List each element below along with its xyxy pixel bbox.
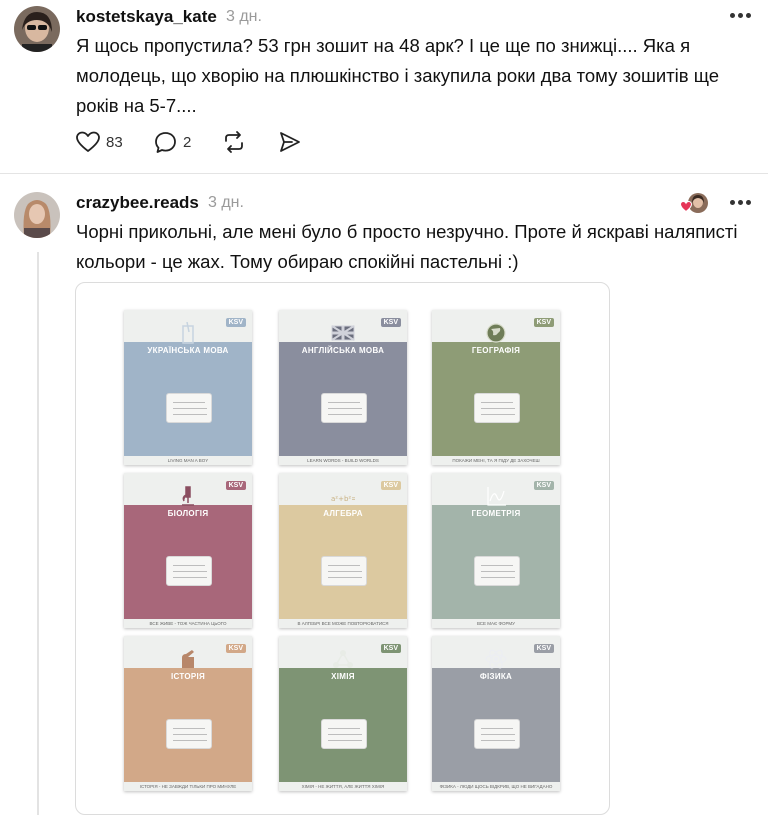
brand-logo: KSV [380,644,401,653]
brand-logo: KSV [533,318,554,327]
brand-logo: KSV [533,481,554,490]
like-button[interactable]: 83 [76,127,123,157]
reply-button[interactable]: 2 [154,127,191,157]
notebook-cover: KSV ІСТОРІЯ ІСТОРІЯ - НЕ ЗАВЖДИ ТІЛЬКИ ПРО… [124,636,252,791]
notebook-cover: KSV ГЕОМЕТРІЯ ВСЕ МАЄ ФОРМУ [432,473,560,628]
name-label [166,393,212,423]
repost-button[interactable] [222,127,246,157]
post-text: Чорні прикольні, але мені було б просто … [76,221,738,272]
globe-icon [484,322,508,344]
microscope-icon [176,485,200,507]
cover-slogan: ПОКАЖИ МЕНІ, ТА Я ПІДУ ДЕ ЗАХОЧЕШ [452,458,540,463]
name-label [166,556,212,586]
name-label [321,556,367,586]
username[interactable]: kostetskaya_kate [76,7,217,27]
more-options-icon[interactable] [730,13,754,19]
brand-logo: KSV [225,318,246,327]
cover-slogan: ФІЗИКА - ЛЮДИ ЩОСЬ ВІДКРИВ, ЩО НЕ ВИГАДА… [439,784,553,789]
molecule-icon [331,648,355,670]
name-label [321,719,367,749]
cover-slogan: ХІМІЯ - НЕ ЖИТТЯ, АЛЕ ЖИТТЯ ХІМІЯ [301,784,385,789]
uk-flag-icon [331,322,355,344]
name-label [474,719,520,749]
subject-title: ХІМІЯ [331,672,355,681]
subject-title: ГЕОМЕТРІЯ [471,509,521,518]
comment-icon [155,131,176,153]
formula-icon: a²+b²=c² [331,485,364,507]
notebook-cover: KSV АНГЛІЙСЬКА МОВА LEARN WORDS - BUILD WO… [279,310,407,465]
repost-icon [225,131,243,153]
share-button[interactable] [278,127,302,157]
avatar[interactable] [14,192,60,238]
subject-title: ГЕОГРАФІЯ [471,346,521,355]
notebook-cover: KSV ФІЗИКА ФІЗИКА - ЛЮДИ ЩОСЬ ВІДКРИВ, ЩО … [432,636,560,791]
liked-heart-icon [680,201,692,212]
notebook-cover: KSV БІОЛОГІЯ ВСЕ ЖИВЕ - ТОЖ ЧАСТИНА ЦЬОГО [124,473,252,628]
subject-title: БІОЛОГІЯ [167,509,209,518]
notebook-cover: KSV УКРАЇНСЬКА МОВА LIVING MAN A BOY [124,310,252,465]
name-label [321,393,367,423]
subject-title: УКРАЇНСЬКА МОВА [147,346,229,355]
cover-slogan: LIVING MAN A BOY [167,458,209,463]
post-text: Я щось пропустила? 53 грн зошит на 48 ар… [76,35,720,116]
more-options-icon[interactable] [730,200,754,206]
svg-text:a²+b²=c²: a²+b²=c² [331,495,355,503]
cover-slogan: ВСЕ ЖИВЕ - ТОЖ ЧАСТИНА ЦЬОГО [149,621,227,626]
subject-title: АЛГЕБРА [323,509,363,518]
brand-logo: KSV [225,481,246,490]
timestamp[interactable]: 3 дн. [208,194,244,212]
reply-count: 2 [183,133,192,151]
subject-title: ІСТОРІЯ [170,672,206,681]
notebook-cover: a²+b²=c² KSV АЛГЕБРА В АЛГЕБРІ ВСЕ МОЖЕ ПОВ… [279,473,407,628]
notebook-cover: KSV ГЕОГРАФІЯ ПОКАЖИ МЕНІ, ТА Я ПІДУ ДЕ ЗА… [432,310,560,465]
action-bar: 83 2 [76,127,316,157]
subject-title: ФІЗИКА [479,672,513,681]
name-label [166,719,212,749]
avatar[interactable] [14,6,60,52]
username[interactable]: crazybee.reads [76,193,199,213]
subject-title: АНГЛІЙСЬКА МОВА [301,346,385,355]
brand-logo: KSV [225,644,246,653]
name-label [474,556,520,586]
glass-icon [176,321,200,344]
timestamp[interactable]: 3 дн. [226,8,262,26]
heart-icon [76,131,100,152]
send-icon [280,132,300,152]
cover-slogan: ВСЕ МАЄ ФОРМУ [476,621,516,626]
name-label [474,393,520,423]
attached-image[interactable]: KSV УКРАЇНСЬКА МОВА LIVING MAN A BOY KSV АНГ… [75,282,610,815]
cover-slogan: ІСТОРІЯ - НЕ ЗАВЖДИ ТІЛЬКИ ПРО МИНУЛЕ [139,784,237,789]
notebook-cover: KSV ХІМІЯ ХІМІЯ - НЕ ЖИТТЯ, АЛЕ ЖИТТЯ ХІМІ… [279,636,407,791]
cover-slogan: LEARN WORDS - BUILD WORLDS [307,458,379,463]
atom-icon [484,648,508,670]
hand-icon [176,648,200,670]
brand-logo: KSV [380,481,401,490]
cover-slogan: В АЛГЕБРІ ВСЕ МОЖЕ ПОВТОРЮВАТИСЯ [297,621,389,626]
like-count: 83 [106,133,123,151]
graph-icon [484,485,508,507]
brand-logo: KSV [533,644,554,653]
post-kostetskaya: kostetskaya_kate 3 дн. Я щось пропустила… [0,0,768,173]
thread-line [37,252,39,815]
brand-logo: KSV [380,318,401,327]
